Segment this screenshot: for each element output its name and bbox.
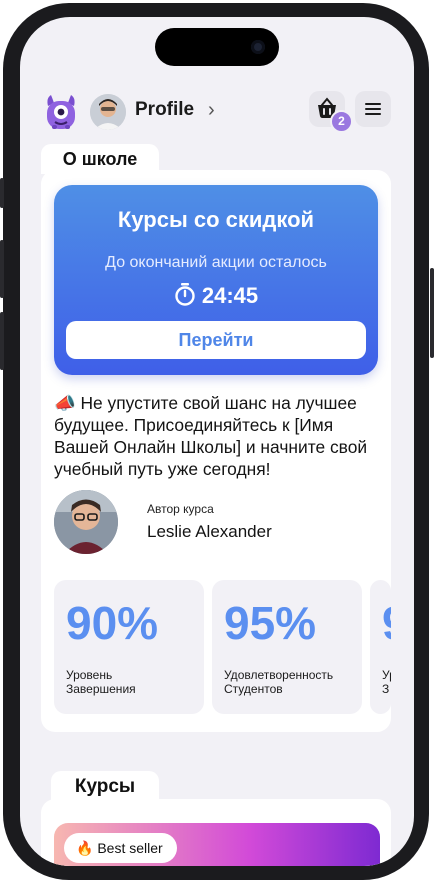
promo-title: Курсы со скидкой <box>117 207 315 232</box>
profile-link[interactable]: Profile <box>135 99 194 121</box>
stat-label: Удовлетворенность Студентов <box>224 668 334 696</box>
author-caption: Автор курса <box>147 502 214 516</box>
countdown-timer: 24:45 <box>54 282 378 309</box>
school-description: 📣 Не упустите свой шанс на лучшее будуще… <box>54 392 380 480</box>
stat-value: 95% <box>224 597 317 649</box>
timer-value: 24:45 <box>201 283 259 308</box>
power-button <box>430 268 434 358</box>
author-avatar[interactable] <box>54 490 118 554</box>
stat-label: УрЗ <box>382 668 391 696</box>
description-text: Не упустите свой шанс на лучшее будущее.… <box>54 393 368 479</box>
user-avatar[interactable] <box>90 94 126 130</box>
fire-icon: 🔥 <box>76 840 94 856</box>
cart-count-badge: 2 <box>330 110 353 133</box>
author-name: Leslie Alexander <box>147 522 272 541</box>
volume-down-button <box>0 312 4 370</box>
purple-monster-mascot-icon[interactable] <box>44 92 78 130</box>
screen: Profile › 2 О школе Курсы со скидкой До … <box>20 17 414 866</box>
megaphone-icon: 📣 <box>54 393 76 413</box>
stat-value: 90% <box>66 597 159 649</box>
app-header: Profile › 2 <box>20 89 414 133</box>
stat-card: 95% Удовлетворенность Студентов <box>212 580 362 714</box>
volume-up-button <box>0 240 4 298</box>
stat-label: Уровень Завершения <box>66 668 136 696</box>
stopwatch-icon <box>175 283 195 306</box>
promo-go-button[interactable]: Перейти <box>66 321 366 359</box>
stat-card: 90% Уровень Завершения <box>54 580 204 714</box>
side-button <box>0 178 4 208</box>
chevron-right-icon: › <box>208 99 215 121</box>
best-seller-badge: 🔥 Best seller <box>64 833 177 863</box>
promo-banner: Курсы со скидкой До окончаний акции оста… <box>54 185 378 375</box>
stat-value: 9 <box>382 596 391 650</box>
hamburger-menu-icon[interactable] <box>355 91 391 127</box>
dynamic-island <box>155 28 279 66</box>
course-card[interactable]: 🔥 Best seller <box>54 823 380 866</box>
promo-subtitle: До окончаний акции осталось <box>105 254 327 271</box>
stat-card: 9 УрЗ <box>370 580 391 714</box>
